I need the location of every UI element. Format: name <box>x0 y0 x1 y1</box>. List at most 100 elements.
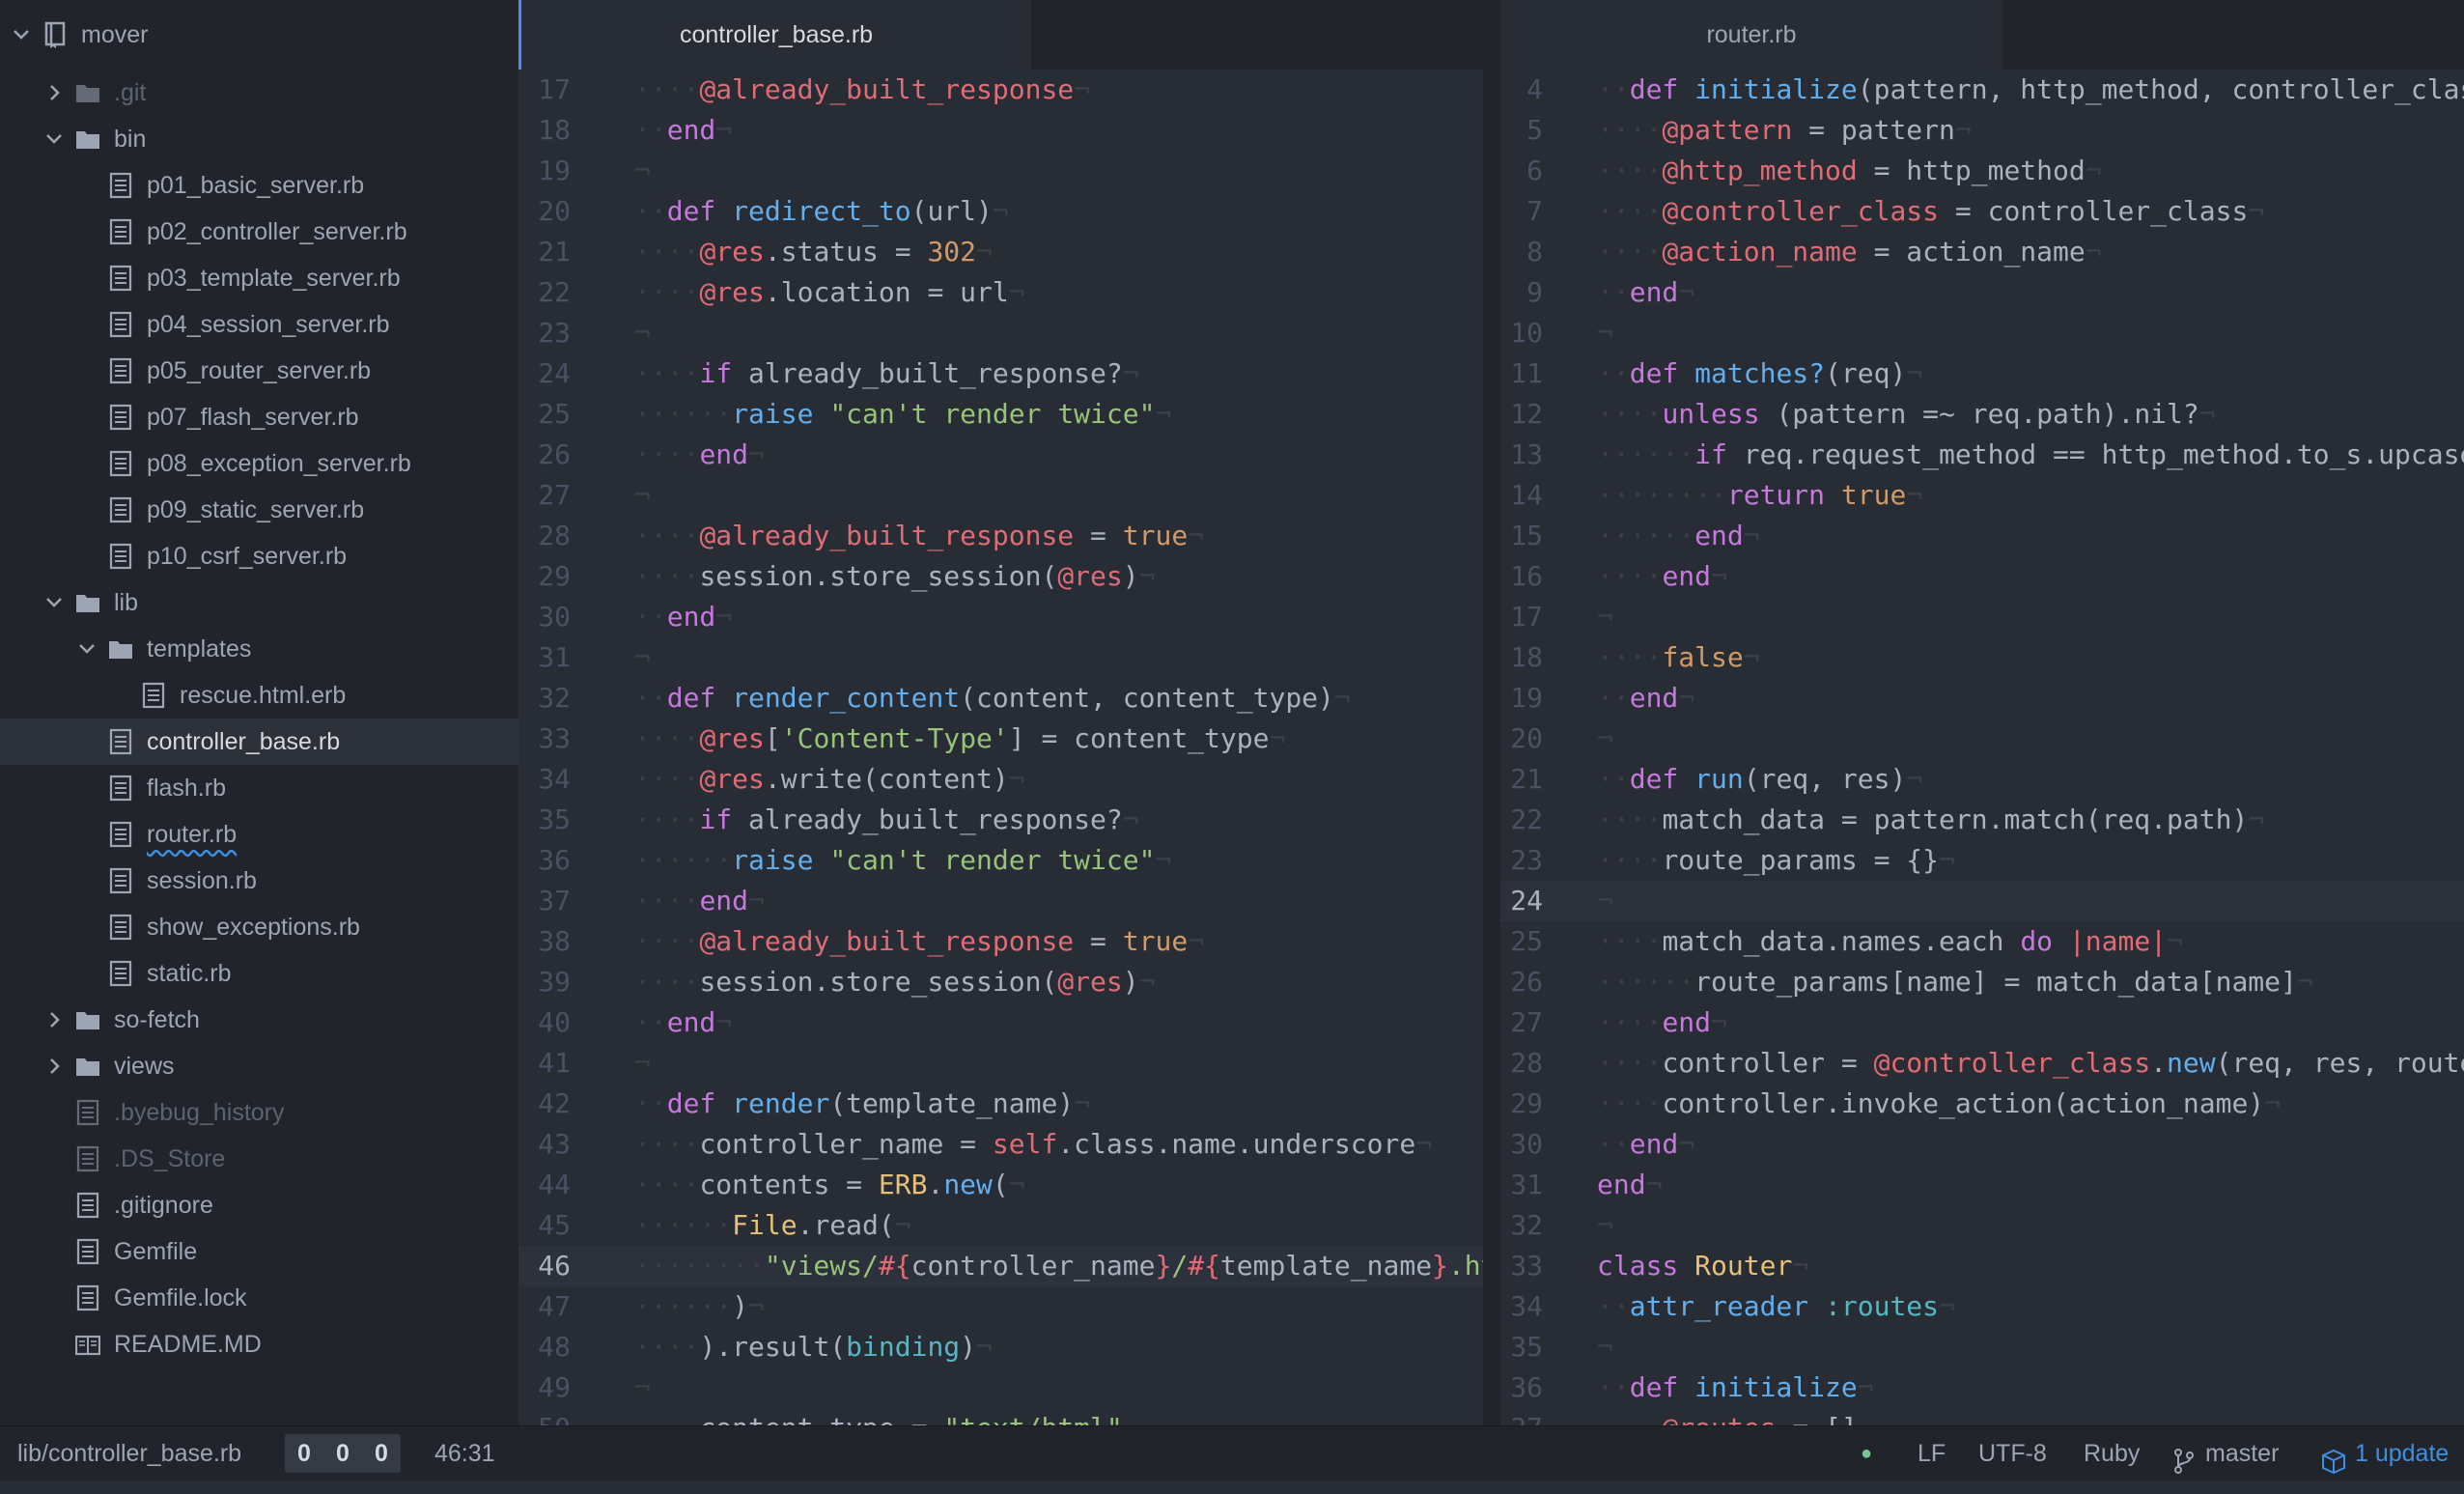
code-line[interactable]: 36 ··def initialize¬ <box>1500 1367 2464 1408</box>
tree-file[interactable]: p01_basic_server.rb <box>0 162 518 209</box>
code-line[interactable]: 33 ····@res['Content-Type'] = content_typ… <box>518 719 1483 759</box>
code-line[interactable]: 21 ····@res.status = 302¬ <box>518 232 1483 272</box>
code-line[interactable]: 24 ¬ <box>1500 881 2464 921</box>
chevron-down-icon[interactable] <box>44 593 64 612</box>
tree-file[interactable]: p05_router_server.rb <box>0 348 518 394</box>
code-line[interactable]: 44 ····contents = ERB.new(¬ <box>518 1165 1483 1205</box>
tree-file[interactable]: static.rb <box>0 950 518 997</box>
tree-file[interactable]: .byebug_history <box>0 1089 518 1136</box>
code-line[interactable]: 18 ····false¬ <box>1500 637 2464 678</box>
code-line[interactable]: 22 ····match_data = pattern.match(req.pat… <box>1500 800 2464 840</box>
code-line[interactable]: 27 ····end¬ <box>1500 1002 2464 1043</box>
chevron-right-icon[interactable] <box>44 1057 64 1076</box>
grammar[interactable]: Ruby <box>2084 1426 2140 1480</box>
code-line[interactable]: 27 ¬ <box>518 475 1483 516</box>
tree-file[interactable]: router.rb <box>0 811 518 858</box>
code-line[interactable]: 33 class Router¬ <box>1500 1246 2464 1286</box>
code-line[interactable]: 30 ··end¬ <box>1500 1124 2464 1165</box>
tree-file[interactable]: flash.rb <box>0 765 518 811</box>
code-line[interactable]: 39 ····session.store_session(@res)¬ <box>518 962 1483 1002</box>
line-ending[interactable]: LF <box>1918 1426 1946 1480</box>
code-line[interactable]: 4 ··def initialize(pattern, http_method, … <box>1500 70 2464 110</box>
code-line[interactable]: 46 ········"views/#{controller_name}/#{te… <box>518 1246 1483 1286</box>
cursor-position[interactable]: 46:31 <box>434 1426 495 1480</box>
code-line[interactable]: 16 ····end¬ <box>1500 556 2464 597</box>
code-line[interactable]: 32 ··def render_content(content, content_… <box>518 678 1483 719</box>
code-line[interactable]: 28 ····@already_built_response = true¬ <box>518 516 1483 556</box>
tree-file[interactable]: p02_controller_server.rb <box>0 209 518 255</box>
status-file-path[interactable]: lib/controller_base.rb <box>17 1426 241 1480</box>
code-line[interactable]: 11 ··def matches?(req)¬ <box>1500 353 2464 394</box>
code-line[interactable]: 34 ··attr_reader :routes¬ <box>1500 1286 2464 1327</box>
chevron-right-icon[interactable] <box>44 83 64 102</box>
tree-folder[interactable]: .git <box>0 70 518 116</box>
chevron-right-icon[interactable] <box>44 1010 64 1029</box>
pane-divider[interactable] <box>1483 0 1500 1425</box>
code-line[interactable]: 24 ····if already_built_response?¬ <box>518 353 1483 394</box>
code-line[interactable]: 43 ····controller_name = self.class.name.… <box>518 1124 1483 1165</box>
code-line[interactable]: 31 ¬ <box>518 637 1483 678</box>
code-line[interactable]: 25 ····match_data.names.each do |name|¬ <box>1500 921 2464 962</box>
tab-router[interactable]: router.rb <box>1500 0 2002 70</box>
code-line[interactable]: 19 ¬ <box>518 151 1483 191</box>
code-line[interactable]: 22 ····@res.location = url¬ <box>518 272 1483 313</box>
code-line[interactable]: 14 ········return true¬ <box>1500 475 2464 516</box>
code-line[interactable]: 30 ··end¬ <box>518 597 1483 637</box>
code-line[interactable]: 21 ··def run(req, res)¬ <box>1500 759 2464 800</box>
code-line[interactable]: 10 ¬ <box>1500 313 2464 353</box>
code-line[interactable]: 45 ······File.read(¬ <box>518 1205 1483 1246</box>
code-line[interactable]: 34 ····@res.write(content)¬ <box>518 759 1483 800</box>
code-line[interactable]: 6 ····@http_method = http_method¬ <box>1500 151 2464 191</box>
right-editor[interactable]: 4 ··def initialize(pattern, http_method, … <box>1500 70 2464 1425</box>
code-line[interactable]: 29 ····controller.invoke_action(action_na… <box>1500 1084 2464 1124</box>
code-line[interactable]: 25 ······raise "can't render twice"¬ <box>518 394 1483 435</box>
code-line[interactable]: 15 ······end¬ <box>1500 516 2464 556</box>
tree-file[interactable]: Gemfile.lock <box>0 1275 518 1321</box>
encoding[interactable]: UTF-8 <box>1978 1426 2047 1480</box>
code-line[interactable]: 50 ····content_type = "text/html"¬ <box>518 1408 1483 1425</box>
code-line[interactable]: 20 ··def redirect_to(url)¬ <box>518 191 1483 232</box>
update-notice[interactable]: 1 update <box>2320 1426 2449 1480</box>
tree-file[interactable]: show_exceptions.rb <box>0 904 518 950</box>
code-line[interactable]: 18 ··end¬ <box>518 110 1483 151</box>
tree-file[interactable]: p04_session_server.rb <box>0 301 518 348</box>
tree-file[interactable]: p08_exception_server.rb <box>0 440 518 487</box>
code-line[interactable]: 42 ··def render(template_name)¬ <box>518 1084 1483 1124</box>
code-line[interactable]: 32 ¬ <box>1500 1205 2464 1246</box>
tree-folder[interactable]: bin <box>0 116 518 162</box>
tree-folder[interactable]: views <box>0 1043 518 1089</box>
tree-file[interactable]: p03_template_server.rb <box>0 255 518 301</box>
code-line[interactable]: 17 ¬ <box>1500 597 2464 637</box>
chevron-down-icon[interactable] <box>12 25 31 44</box>
code-line[interactable]: 38 ····@already_built_response = true¬ <box>518 921 1483 962</box>
code-line[interactable]: 13 ······if req.request_method == http_me… <box>1500 435 2464 475</box>
code-line[interactable]: 9 ··end¬ <box>1500 272 2464 313</box>
tree-file[interactable]: Gemfile <box>0 1228 518 1275</box>
code-line[interactable]: 26 ····end¬ <box>518 435 1483 475</box>
tree-file[interactable]: README.MD <box>0 1321 518 1367</box>
code-line[interactable]: 48 ····).result(binding)¬ <box>518 1327 1483 1367</box>
git-branch[interactable]: master <box>2172 1426 2279 1480</box>
code-line[interactable]: 49 ¬ <box>518 1367 1483 1408</box>
code-line[interactable]: 19 ··end¬ <box>1500 678 2464 719</box>
chevron-down-icon[interactable] <box>44 129 64 149</box>
code-line[interactable]: 40 ··end¬ <box>518 1002 1483 1043</box>
tree-file[interactable]: p10_csrf_server.rb <box>0 533 518 579</box>
code-line[interactable]: 37 ····@routes = []¬ <box>1500 1408 2464 1425</box>
tree-file[interactable]: .gitignore <box>0 1182 518 1228</box>
code-line[interactable]: 29 ····session.store_session(@res)¬ <box>518 556 1483 597</box>
tree-file[interactable]: session.rb <box>0 858 518 904</box>
code-line[interactable]: 28 ····controller = @controller_class.new… <box>1500 1043 2464 1084</box>
code-line[interactable]: 7 ····@controller_class = controller_clas… <box>1500 191 2464 232</box>
code-line[interactable]: 31 end¬ <box>1500 1165 2464 1205</box>
tree-folder[interactable]: lib <box>0 579 518 626</box>
tree-file[interactable]: p07_flash_server.rb <box>0 394 518 440</box>
project-root[interactable]: mover <box>0 12 518 58</box>
code-line[interactable]: 5 ····@pattern = pattern¬ <box>1500 110 2464 151</box>
code-line[interactable]: 37 ····end¬ <box>518 881 1483 921</box>
code-line[interactable]: 26 ······route_params[name] = match_data[… <box>1500 962 2464 1002</box>
linter-counts[interactable]: 0 0 0 <box>285 1434 401 1473</box>
tree-file[interactable]: p09_static_server.rb <box>0 487 518 533</box>
code-line[interactable]: 36 ······raise "can't render twice"¬ <box>518 840 1483 881</box>
code-line[interactable]: 35 ····if already_built_response?¬ <box>518 800 1483 840</box>
